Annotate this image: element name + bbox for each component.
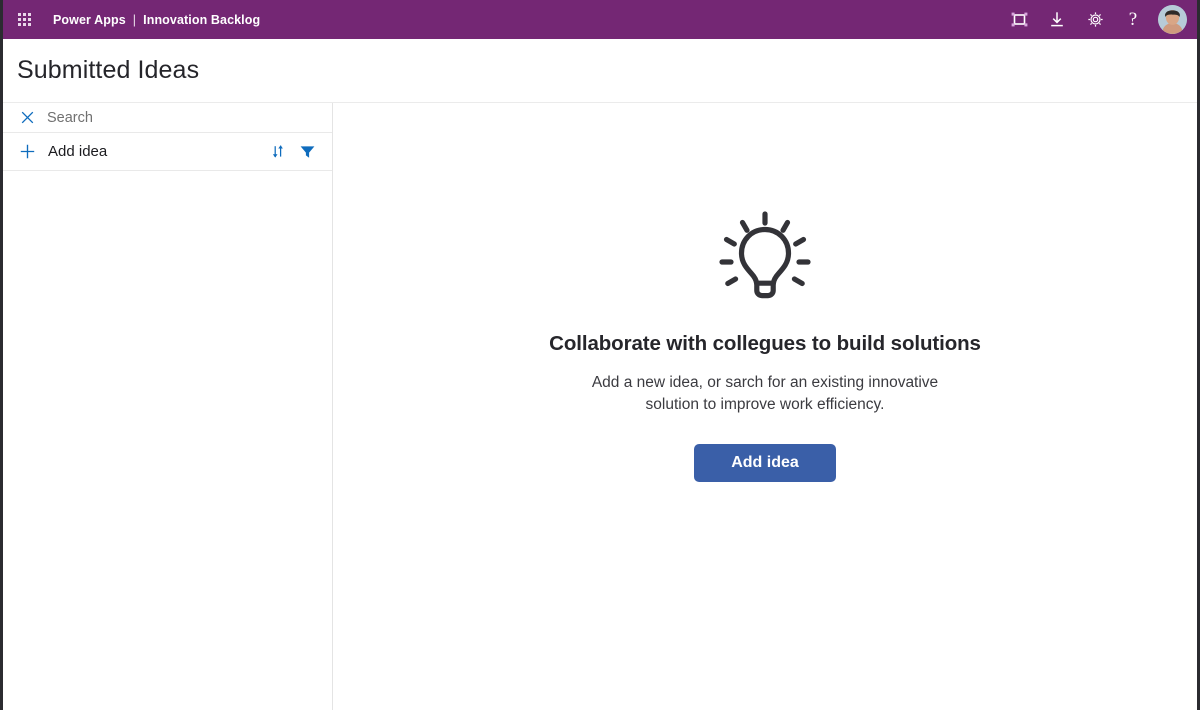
filter-icon[interactable] xyxy=(296,141,318,163)
top-command-bar: Power Apps | Innovation Backlog ? xyxy=(3,0,1197,39)
main-pane: Collaborate with collegues to build solu… xyxy=(333,103,1197,710)
waffle-grid xyxy=(17,13,31,26)
ideas-sidebar: Search Add idea xyxy=(3,103,333,710)
empty-state-description: Add a new idea, or sarch for an existing… xyxy=(591,374,939,414)
product-name: Power Apps xyxy=(53,12,126,27)
ideas-list[interactable] xyxy=(3,171,332,710)
help-icon[interactable]: ? xyxy=(1114,1,1152,39)
sort-icon[interactable] xyxy=(267,141,289,163)
app-window: Power Apps | Innovation Backlog ? Submit… xyxy=(0,0,1200,710)
add-idea-button[interactable]: Add idea xyxy=(694,443,836,482)
content-area: Search Add idea Collaborate with collegu… xyxy=(3,103,1197,710)
app-frame-icon[interactable] xyxy=(1000,1,1038,39)
search-placeholder: Search xyxy=(47,109,93,126)
download-icon[interactable] xyxy=(1038,1,1076,39)
lightbulb-icon xyxy=(715,204,815,304)
gear-icon[interactable] xyxy=(1076,1,1114,39)
empty-state-title: Collaborate with collegues to build solu… xyxy=(549,332,981,355)
app-launcher-waffle-icon[interactable] xyxy=(10,6,38,34)
topbar-actions: ? xyxy=(1000,1,1189,39)
empty-state: Collaborate with collegues to build solu… xyxy=(505,204,1025,482)
brand-separator: | xyxy=(132,12,137,27)
help-glyph: ? xyxy=(1128,9,1138,30)
page-header: Submitted Ideas xyxy=(3,39,1197,103)
plus-icon[interactable] xyxy=(19,144,35,160)
page-title: Submitted Ideas xyxy=(17,56,200,84)
avatar[interactable] xyxy=(1158,5,1187,34)
close-icon[interactable] xyxy=(19,110,35,126)
app-name: Innovation Backlog xyxy=(143,12,261,27)
add-idea-label[interactable]: Add idea xyxy=(48,143,107,160)
add-idea-row: Add idea xyxy=(3,133,332,171)
brand-area[interactable]: Power Apps | Innovation Backlog xyxy=(53,13,260,27)
search-input[interactable]: Search xyxy=(3,103,332,133)
